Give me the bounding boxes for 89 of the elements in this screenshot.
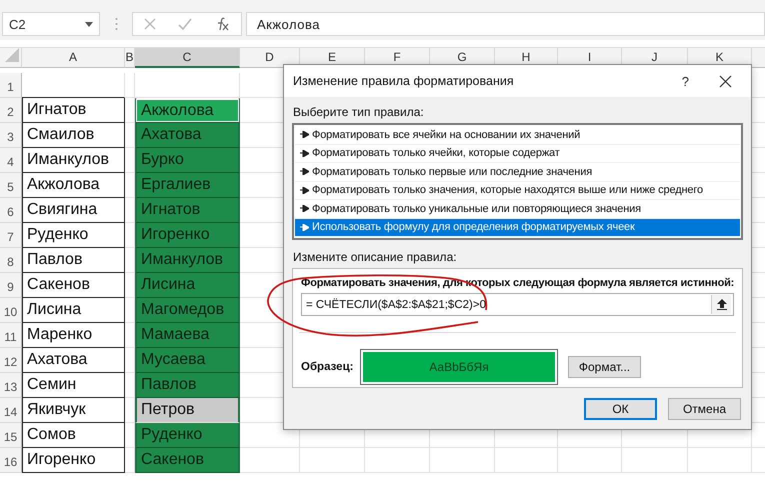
dialog-title: Изменение правила форматирования <box>293 74 515 88</box>
table-cell: Свиягина <box>22 198 125 223</box>
table-cell: Лисина <box>22 298 125 323</box>
table-cell: Магомедов <box>135 298 240 323</box>
name-box[interactable]: C2 <box>2 12 100 36</box>
empty-cell <box>300 448 365 473</box>
table-cell: Мамаева <box>135 323 240 348</box>
table-cell: Бурко <box>135 148 240 173</box>
column-header[interactable]: A <box>22 48 125 68</box>
table-cell: Семин <box>22 373 125 398</box>
empty-cell <box>430 448 495 473</box>
arrow-icon <box>300 205 309 212</box>
arrow-icon <box>300 168 309 176</box>
column-header[interactable] <box>752 48 765 68</box>
row-header[interactable]: 9 <box>0 273 22 298</box>
rule-type-item[interactable]: Форматировать только ячейки, которые содержат <box>295 144 740 163</box>
check-icon[interactable] <box>178 18 192 30</box>
table-cell: Петров <box>135 398 240 423</box>
table-cell: Ахатова <box>135 123 240 148</box>
column-header[interactable]: B <box>125 48 135 68</box>
ok-button[interactable]: ОК <box>584 398 657 420</box>
row-header[interactable]: 6 <box>0 198 22 223</box>
row-header[interactable]: 7 <box>0 223 22 248</box>
row-header[interactable]: 16 <box>0 448 22 473</box>
empty-cell <box>622 448 688 473</box>
rule-type-label: Выберите тип правила: <box>293 105 425 119</box>
arrow-up-icon <box>716 299 726 310</box>
row-header[interactable]: 4 <box>0 148 22 173</box>
column-header[interactable]: C <box>135 48 240 68</box>
table-cell: Игнатов <box>22 98 125 123</box>
row-header[interactable]: 11 <box>0 323 22 348</box>
arrow-icon <box>300 186 309 194</box>
select-all-corner[interactable] <box>5 48 19 62</box>
sample-label: Образец: <box>301 361 354 373</box>
rule-type-item[interactable]: Форматировать только первые или последние значения <box>295 163 740 182</box>
row-header[interactable]: 8 <box>0 248 22 273</box>
cancel-icon[interactable] <box>144 18 156 30</box>
table-cell: Иманкулов <box>135 248 240 273</box>
column-header[interactable]: D <box>240 48 300 68</box>
table-cell: Акжолова <box>22 173 125 198</box>
row-header[interactable]: 10 <box>0 298 22 323</box>
arrow-icon <box>300 131 309 138</box>
empty-cell <box>495 448 558 473</box>
table-cell: Лисина <box>135 273 240 298</box>
description-label: Измените описание правила: <box>293 250 458 264</box>
rule-type-item[interactable]: Форматировать только значения, которые находятся выше или ниже среднего <box>295 182 740 200</box>
table-cell: Ахатова <box>22 348 125 373</box>
row-header[interactable]: 1 <box>0 73 22 98</box>
caret-icon <box>85 22 93 26</box>
table-cell: Акжолова <box>135 98 240 123</box>
sample-preview: АаBbБбЯя <box>363 352 555 382</box>
table-cell: Ергалиев <box>135 173 240 198</box>
table-cell: Игоренко <box>135 223 240 248</box>
table-cell: Павлов <box>135 373 240 398</box>
format-button[interactable]: Формат... <box>568 356 641 378</box>
row-header[interactable]: 12 <box>0 348 22 373</box>
arrow-icon <box>300 150 309 157</box>
empty-cell <box>688 448 752 473</box>
row-header[interactable]: 14 <box>0 398 22 423</box>
row-header[interactable]: 3 <box>0 123 22 148</box>
table-cell: Иманкулов <box>22 148 125 173</box>
table-cell: Сакенов <box>135 448 240 473</box>
cancel-button[interactable]: Отмена <box>668 398 741 420</box>
formula-input[interactable]: = СЧЁТЕСЛИ($A$2:$A$21;$C2)>0 <box>301 293 734 316</box>
table-cell: Игоренко <box>22 448 125 473</box>
row-header[interactable]: 2 <box>0 98 22 123</box>
table-cell: Сомов <box>22 423 125 448</box>
empty-cell <box>365 448 430 473</box>
formula-field[interactable]: Акжолова <box>246 12 765 36</box>
table-cell: Руденко <box>135 423 240 448</box>
rule-type-item[interactable]: Использовать формулу для определения форматируемых ячеек <box>295 218 740 237</box>
table-cell: Смаилов <box>22 123 125 148</box>
help-button[interactable]: ? <box>682 74 689 88</box>
table-cell: Мусаева <box>135 348 240 373</box>
arrow-icon <box>300 224 309 231</box>
table-cell: Павлов <box>22 248 125 273</box>
grip-icon <box>115 17 118 31</box>
row-header[interactable]: 5 <box>0 173 22 198</box>
table-cell: Сакенов <box>22 273 125 298</box>
collapse-button[interactable] <box>711 295 731 314</box>
table-cell: Якивчук <box>22 398 125 423</box>
table-cell: Маренко <box>22 323 125 348</box>
rule-type-item[interactable]: Форматировать все ячейки на основании их значений <box>295 126 740 144</box>
empty-cell <box>558 448 622 473</box>
row-header[interactable]: 15 <box>0 423 22 448</box>
row-header[interactable]: 13 <box>0 373 22 398</box>
table-cell: Руденко <box>22 223 125 248</box>
table-cell: Игнатов <box>135 198 240 223</box>
close-icon[interactable] <box>719 74 732 88</box>
